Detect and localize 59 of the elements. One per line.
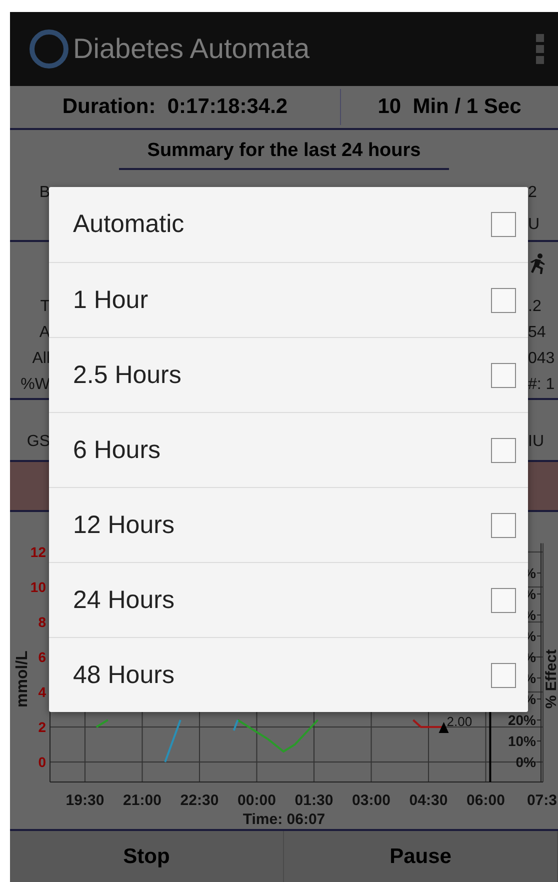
x-tick-label: 22:30 — [180, 792, 219, 809]
x-tick-label: 00:00 — [238, 792, 276, 809]
y-tick-label: 4 — [38, 684, 46, 700]
summary-value: 043 — [528, 350, 556, 368]
units-value: IU — [528, 433, 545, 451]
option-item[interactable]: 48 Hours — [49, 637, 528, 712]
units-label: GS — [26, 433, 50, 451]
summary-title: Summary for the last 24 hours — [119, 136, 449, 170]
checkbox[interactable] — [491, 212, 516, 237]
percent-tick-label: 20% — [508, 712, 536, 728]
y-tick-label: 0 — [38, 754, 46, 770]
option-item[interactable]: 1 Hour — [49, 262, 528, 337]
x-tick-label: 01:30 — [294, 792, 334, 809]
y-tick-label: 8 — [38, 614, 46, 630]
x-tick-label: 21:00 — [123, 792, 162, 809]
percent-tick-label: 10% — [508, 733, 536, 749]
x-tick-label: 03:00 — [352, 792, 390, 809]
summary-value: 2 — [528, 184, 538, 202]
triangle-marker-icon — [438, 722, 449, 733]
summary-value: #: 1 — [528, 376, 556, 394]
option-item[interactable]: 12 Hours — [49, 487, 528, 562]
summary-value: U — [528, 216, 541, 234]
y-tick-label: 2 — [38, 719, 46, 735]
glucose-line — [412, 719, 444, 728]
x-axis-title: Time: 06:07 — [242, 811, 326, 828]
summary-value: .2 — [528, 298, 542, 316]
y-axis-title: mmol/L — [14, 650, 31, 708]
app-title: Diabetes Automata — [73, 33, 311, 65]
option-item[interactable]: Automatic — [49, 187, 528, 262]
x-tick-label: 07:3 — [526, 792, 557, 809]
checkbox[interactable] — [491, 662, 516, 688]
data-label: 2.00 — [446, 714, 472, 729]
ring-logo-icon — [29, 29, 69, 69]
duration-text: Duration: 0:17:18:34.2 — [61, 95, 289, 119]
overflow-menu-icon[interactable] — [536, 34, 544, 64]
checkbox[interactable] — [491, 588, 516, 612]
option-item[interactable]: 24 Hours — [49, 562, 528, 637]
x-tick-label: 04:30 — [409, 792, 448, 809]
summary-label: A — [38, 324, 50, 342]
checkbox[interactable] — [491, 438, 516, 462]
summary-label: All — [31, 350, 50, 368]
percent-tick-label: 0% — [516, 754, 536, 770]
y-tick-label: 6 — [38, 649, 46, 665]
y-tick-label: 10 — [30, 579, 46, 595]
summary-value: 54 — [528, 324, 547, 342]
summary-label: T — [39, 298, 50, 316]
checkbox[interactable] — [491, 362, 516, 388]
right-axis-title: % Effect — [543, 649, 558, 709]
interval-text: 10 Min / 1 Sec — [376, 95, 522, 119]
y-tick-label: 12 — [30, 544, 46, 560]
checkbox[interactable] — [491, 512, 516, 538]
x-tick-label: 06:00 — [466, 792, 505, 809]
running-person-icon — [528, 253, 546, 275]
checkbox[interactable] — [491, 288, 516, 312]
summary-label: %W — [20, 376, 50, 394]
x-tick-label: 19:30 — [66, 792, 104, 809]
option-item[interactable]: 2.5 Hours — [49, 337, 528, 412]
option-item[interactable]: 6 Hours — [49, 412, 528, 487]
summary-label: B — [38, 184, 50, 202]
